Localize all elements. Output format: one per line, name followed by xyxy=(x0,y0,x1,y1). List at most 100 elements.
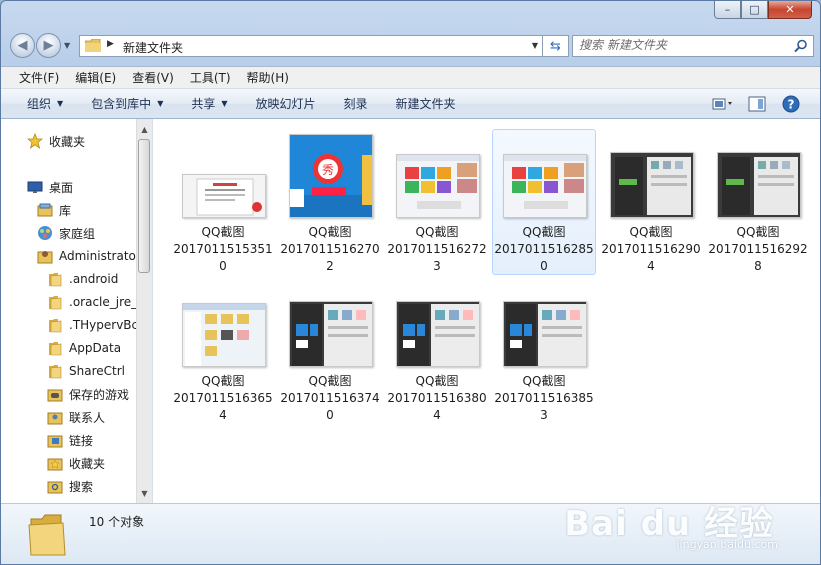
sidebar-item-label: 搜索 xyxy=(69,479,94,494)
help-button[interactable]: ? xyxy=(780,94,802,114)
command-bar-right: ? xyxy=(712,94,802,114)
folder-icon xyxy=(47,271,63,287)
file-name-line2: 2017011516285 xyxy=(494,242,594,256)
nav-scrollbar[interactable]: ▲ ▼ xyxy=(136,119,152,503)
file-item[interactable]: QQ截图 2017011516374 0 xyxy=(278,278,382,424)
file-item[interactable]: 秀 QQ截图 2017011516270 2 xyxy=(278,129,382,275)
organize-button[interactable]: 组织 ▼ xyxy=(13,89,77,118)
sidebar-item[interactable]: 链接 xyxy=(47,430,93,450)
search-box[interactable] xyxy=(572,35,814,57)
file-name-line3: 2 xyxy=(326,259,334,273)
breadcrumb-current-folder[interactable]: 新建文件夹 xyxy=(123,39,183,56)
file-item[interactable]: QQ截图 2017011516365 4 xyxy=(171,278,275,424)
sidebar-item[interactable]: 库 xyxy=(37,200,71,220)
sidebar-item[interactable]: 收藏夹 xyxy=(47,453,105,473)
file-name-line1: QQ截图 xyxy=(308,374,352,388)
maximize-icon: □ xyxy=(749,3,760,16)
menu-file[interactable]: 文件(F) xyxy=(11,69,67,86)
burn-button[interactable]: 刻录 xyxy=(330,89,382,118)
folder-icon xyxy=(47,294,63,310)
breadcrumb-separator-icon[interactable]: ▶ xyxy=(107,39,114,49)
burn-label: 刻录 xyxy=(343,97,368,111)
file-name-line3: 3 xyxy=(433,259,441,273)
file-item[interactable]: QQ截图 2017011516272 3 xyxy=(385,129,489,275)
refresh-button[interactable]: ⇆ xyxy=(543,35,569,57)
desktop-icon xyxy=(27,179,43,195)
image-thumbnail xyxy=(182,303,266,367)
file-item[interactable]: QQ截图 2017011516292 8 xyxy=(706,129,810,275)
search-input[interactable] xyxy=(579,38,784,52)
maximize-button[interactable]: □ xyxy=(741,1,768,19)
chevron-down-icon: ▼ xyxy=(64,41,71,50)
sidebar-item[interactable]: .oracle_jre_ xyxy=(47,292,137,312)
sidebar-item-label: 联系人 xyxy=(69,410,106,425)
sidebar-item[interactable]: 桌面 xyxy=(27,177,73,197)
image-thumbnail xyxy=(610,152,694,218)
sidebar-item[interactable]: 家庭组 xyxy=(37,223,95,243)
new-folder-button[interactable]: 新建文件夹 xyxy=(382,89,470,118)
scroll-up-icon[interactable]: ▲ xyxy=(137,121,152,137)
sidebar-item[interactable]: 搜索 xyxy=(47,476,93,496)
sidebar-item-label: 保存的游戏 xyxy=(69,387,130,402)
file-name: QQ截图 2017011516380 4 xyxy=(386,373,488,424)
file-name: QQ截图 2017011515351 0 xyxy=(172,224,274,275)
share-button[interactable]: 共享 ▼ xyxy=(177,89,241,118)
sidebar-item[interactable]: AppData xyxy=(47,338,121,358)
file-name-line1: QQ截图 xyxy=(415,374,459,388)
sidebar-item[interactable]: 保存的游戏 xyxy=(47,384,129,404)
menu-edit[interactable]: 编辑(E) xyxy=(67,69,124,86)
user-folder-icon xyxy=(37,248,53,264)
include-in-library-button[interactable]: 包含到库中 ▼ xyxy=(77,89,177,118)
sidebar-item[interactable]: 联系人 xyxy=(47,407,105,427)
image-thumbnail xyxy=(503,301,587,367)
new-folder-label: 新建文件夹 xyxy=(395,97,456,111)
file-item[interactable]: QQ截图 2017011516380 4 xyxy=(385,278,489,424)
sidebar-item[interactable]: .android xyxy=(47,269,118,289)
image-thumbnail xyxy=(717,152,801,218)
file-name-line2: 2017011515351 xyxy=(173,242,273,256)
forward-button[interactable]: ▶ xyxy=(36,33,61,58)
address-bar[interactable]: ▶ 新建文件夹 ▼ xyxy=(79,35,543,57)
chevron-down-icon: ▼ xyxy=(57,99,64,108)
file-item[interactable]: QQ截图 2017011516285 0 xyxy=(492,129,596,275)
back-button[interactable]: ◀ xyxy=(10,33,35,58)
sidebar-item[interactable]: Administrato xyxy=(37,246,136,266)
menu-view[interactable]: 查看(V) xyxy=(124,69,182,86)
command-bar: 组织 ▼ 包含到库中 ▼ 共享 ▼ 放映幻灯片 刻录 新建文件夹 ? xyxy=(1,88,820,119)
sidebar-item[interactable]: ShareCtrl xyxy=(47,361,125,381)
preview-pane-button[interactable] xyxy=(746,94,768,114)
menu-help[interactable]: 帮助(H) xyxy=(239,69,297,86)
recent-pages-button[interactable]: ▼ xyxy=(64,41,70,50)
file-name: QQ截图 2017011516270 2 xyxy=(279,224,381,275)
file-name-line2: 2017011516380 xyxy=(387,391,487,405)
saved-games-icon xyxy=(47,386,63,402)
change-view-button[interactable] xyxy=(712,94,734,114)
scroll-down-icon[interactable]: ▼ xyxy=(137,485,152,501)
preview-pane-icon xyxy=(748,96,766,112)
slideshow-button[interactable]: 放映幻灯片 xyxy=(242,89,330,118)
links-icon xyxy=(47,432,63,448)
file-item[interactable]: QQ截图 2017011515351 0 xyxy=(171,129,275,275)
minimize-button[interactable]: – xyxy=(714,1,741,19)
address-history-dropdown-icon[interactable]: ▼ xyxy=(532,41,538,50)
sidebar-item[interactable]: .THypervBc xyxy=(47,315,138,335)
file-name: QQ截图 2017011516272 3 xyxy=(386,224,488,275)
sidebar-item[interactable]: 收藏夹 xyxy=(27,131,85,151)
file-item[interactable]: QQ截图 2017011516385 3 xyxy=(492,278,596,424)
close-button[interactable]: ✕ xyxy=(768,1,812,19)
library-icon xyxy=(37,202,53,218)
file-name-line3: 4 xyxy=(647,259,655,273)
file-name-line3: 4 xyxy=(433,408,441,422)
search-icon[interactable] xyxy=(794,39,808,53)
file-name-line1: QQ截图 xyxy=(415,225,459,239)
folder-icon xyxy=(47,317,63,333)
folder-icon xyxy=(28,514,66,556)
file-item[interactable]: QQ截图 2017011516290 4 xyxy=(599,129,703,275)
scrollbar-thumb[interactable] xyxy=(138,139,150,273)
menu-tools[interactable]: 工具(T) xyxy=(182,69,239,86)
file-name-line3: 8 xyxy=(754,259,762,273)
file-name: QQ截图 2017011516365 4 xyxy=(172,373,274,424)
file-list[interactable]: QQ截图 2017011515351 0 秀 QQ截图 2017011516270 2 QQ截… xyxy=(153,119,820,503)
favorites-folder-icon xyxy=(47,455,63,471)
chevron-down-icon: ▼ xyxy=(157,99,164,108)
